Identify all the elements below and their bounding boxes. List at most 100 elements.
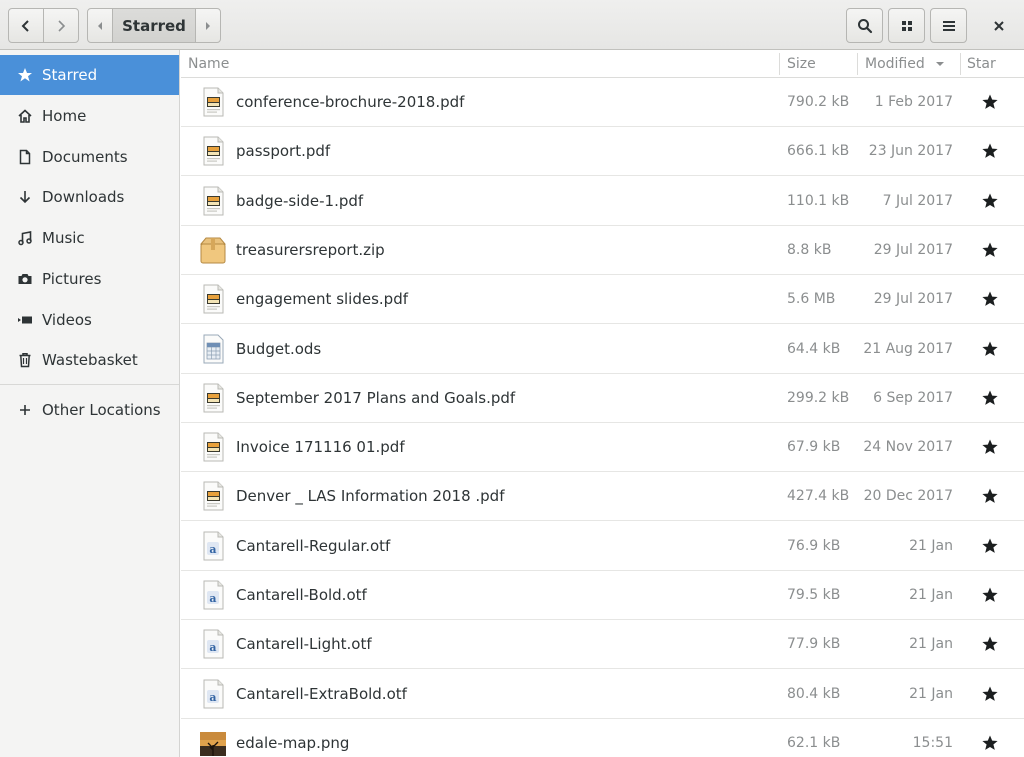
file-modified: 21 Jan [909, 636, 953, 653]
sidebar-item-videos[interactable]: Videos [0, 300, 179, 340]
path-scroll-right-button[interactable] [195, 8, 221, 43]
plus-icon [16, 401, 34, 419]
star-toggle-icon[interactable] [981, 241, 999, 259]
column-name-header[interactable]: Name [188, 50, 229, 77]
sidebar-divider [0, 384, 179, 385]
path-scroll-left-button[interactable] [87, 8, 113, 43]
sidebar-item-home[interactable]: Home [0, 96, 179, 136]
star-toggle-icon[interactable] [981, 192, 999, 210]
file-size: 110.1 kB [787, 192, 850, 209]
file-row[interactable]: a Cantarell-Light.otf 77.9 kB 21 Jan [181, 620, 1024, 670]
trash-icon [16, 351, 34, 369]
chevron-left-icon [21, 19, 29, 32]
sidebar-item-music[interactable]: Music [0, 218, 179, 258]
sidebar-item-wastebasket[interactable]: Wastebasket [0, 340, 179, 380]
view-toggle-button[interactable] [888, 8, 925, 43]
star-toggle-icon[interactable] [981, 340, 999, 358]
sidebar-item-label: Wastebasket [42, 351, 138, 369]
column-star-header[interactable]: Star [967, 50, 996, 77]
file-row[interactable]: treasurersreport.zip 8.8 kB 29 Jul 2017 [181, 226, 1024, 275]
archive-file-icon [199, 235, 227, 265]
file-modified: 29 Jul 2017 [873, 241, 953, 258]
sidebar-item-starred[interactable]: Starred [0, 55, 179, 95]
column-modified-header[interactable]: Modified [865, 50, 945, 77]
file-row[interactable]: Invoice 171116 01.pdf 67.9 kB 24 Nov 2017 [181, 423, 1024, 473]
file-row[interactable]: Budget.ods 64.4 kB 21 Aug 2017 [181, 325, 1024, 374]
home-icon [16, 107, 34, 125]
file-row[interactable]: badge-side-1.pdf 110.1 kB 7 Jul 2017 [181, 177, 1024, 226]
pdf-file-icon [199, 481, 227, 511]
star-toggle-icon[interactable] [981, 438, 999, 456]
file-size: 79.5 kB [787, 587, 841, 603]
grid-icon [901, 20, 912, 31]
image-file-icon [199, 728, 227, 757]
file-modified: 6 Sep 2017 [873, 389, 953, 406]
file-modified: 21 Aug 2017 [863, 340, 953, 357]
pdf-file-icon [199, 432, 227, 462]
sidebar-item-label: Home [42, 107, 87, 125]
column-size-header[interactable]: Size [787, 50, 816, 77]
star-toggle-icon[interactable] [981, 635, 999, 653]
file-size: 77.9 kB [787, 636, 841, 653]
file-modified: 1 Feb 2017 [874, 94, 953, 110]
forward-button[interactable] [43, 8, 79, 43]
star-toggle-icon[interactable] [981, 142, 999, 160]
file-name: Invoice 171116 01.pdf [236, 438, 405, 457]
file-name: edale-map.png [236, 733, 350, 752]
star-toggle-icon[interactable] [981, 290, 999, 308]
file-modified: 20 Dec 2017 [863, 488, 953, 505]
file-size: 67.9 kB [787, 439, 841, 456]
file-row[interactable]: conference-brochure-2018.pdf 790.2 kB 1 Fe… [181, 78, 1024, 127]
sidebar-item-label: Pictures [42, 270, 102, 288]
file-size: 76.9 kB [787, 537, 841, 554]
back-button[interactable] [8, 8, 44, 43]
sidebar-item-label: Videos [42, 311, 92, 329]
file-size: 5.6 MB [787, 291, 836, 308]
menu-button[interactable] [930, 8, 967, 43]
file-name: passport.pdf [236, 142, 331, 161]
svg-text:a: a [209, 691, 216, 704]
file-modified: 21 Jan [909, 685, 953, 702]
file-modified: 15:51 [912, 734, 953, 751]
file-list: conference-brochure-2018.pdf 790.2 kB 1 Fe… [181, 78, 1024, 757]
file-row[interactable]: edale-map.png 62.1 kB 15:51 [181, 719, 1024, 757]
font-file-icon: a [199, 679, 227, 709]
file-row[interactable]: engagement slides.pdf 5.6 MB 29 Jul 2017 [181, 275, 1024, 325]
pdf-file-icon [199, 136, 227, 166]
file-name: September 2017 Plans and Goals.pdf [236, 388, 516, 407]
file-row[interactable]: a Cantarell-ExtraBold.otf 80.4 kB 21 Jan [181, 670, 1024, 719]
star-toggle-icon[interactable] [981, 537, 999, 555]
file-modified: 21 Jan [909, 587, 953, 603]
close-window-button[interactable] [981, 8, 1017, 43]
sidebar-item-downloads[interactable]: Downloads [0, 177, 179, 217]
file-name: engagement slides.pdf [236, 290, 409, 309]
file-row[interactable]: a Cantarell-Bold.otf 79.5 kB 21 Jan [181, 571, 1024, 620]
close-icon [994, 20, 1004, 31]
file-name: Budget.ods [236, 339, 322, 358]
svg-text:a: a [209, 592, 216, 605]
sidebar-item-pictures[interactable]: Pictures [0, 259, 179, 299]
star-toggle-icon[interactable] [981, 93, 999, 111]
file-modified: 21 Jan [909, 537, 953, 554]
file-row[interactable]: Denver _ LAS Information 2018 .pdf 427.4 … [181, 472, 1024, 522]
svg-text:a: a [209, 641, 216, 654]
search-button[interactable] [846, 8, 883, 43]
file-size: 80.4 kB [787, 685, 841, 702]
sidebar-item-label: Starred [42, 66, 98, 84]
sidebar-item-label: Other Locations [42, 401, 161, 419]
star-toggle-icon[interactable] [981, 586, 999, 604]
sidebar: Starred Home Documents Downloads Music P… [0, 50, 180, 757]
sidebar-item-documents[interactable]: Documents [0, 137, 179, 177]
sidebar-item-other-locations[interactable]: Other Locations [0, 390, 179, 430]
file-row[interactable]: passport.pdf 666.1 kB 23 Jun 2017 [181, 127, 1024, 177]
chevron-right-icon [58, 19, 66, 32]
file-size: 8.8 kB [787, 241, 832, 258]
star-toggle-icon[interactable] [981, 734, 999, 752]
file-row[interactable]: September 2017 Plans and Goals.pdf 299.2 … [181, 374, 1024, 423]
path-bar-current[interactable]: Starred [112, 8, 196, 43]
file-row[interactable]: a Cantarell-Regular.otf 76.9 kB 21 Jan [181, 522, 1024, 571]
star-toggle-icon[interactable] [981, 487, 999, 505]
pdf-file-icon [199, 87, 227, 117]
star-toggle-icon[interactable] [981, 685, 999, 703]
star-toggle-icon[interactable] [981, 389, 999, 407]
